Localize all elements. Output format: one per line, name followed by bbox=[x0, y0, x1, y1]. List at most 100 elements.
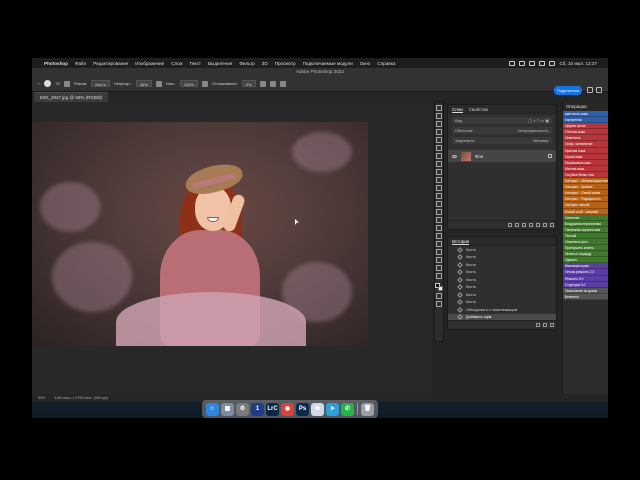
search-icon[interactable] bbox=[587, 87, 593, 93]
menu-item-3d[interactable]: 3D bbox=[262, 61, 268, 66]
menu-item-window[interactable]: Окно bbox=[360, 61, 371, 66]
menu-item-view[interactable]: Просмотр bbox=[275, 61, 296, 66]
type-tool-icon[interactable] bbox=[436, 233, 442, 239]
chrome-icon[interactable]: ◉ bbox=[281, 402, 294, 416]
lock-icon[interactable] bbox=[548, 154, 552, 158]
settings-icon[interactable]: ⚙ bbox=[236, 402, 249, 416]
launchpad-icon[interactable]: ▦ bbox=[221, 402, 234, 416]
stamp-tool-icon[interactable] bbox=[436, 177, 442, 183]
filter-icons[interactable]: ▢ ◐ T ▭ ▣ bbox=[529, 117, 550, 124]
layer-row[interactable]: Фон bbox=[448, 150, 556, 162]
pen-tool-icon[interactable] bbox=[436, 225, 442, 231]
mode-select[interactable]: Кисть bbox=[91, 80, 110, 87]
share-button[interactable]: Поделиться bbox=[554, 86, 582, 95]
more-tools-icon[interactable] bbox=[436, 273, 442, 279]
blur-tool-icon[interactable] bbox=[436, 209, 442, 215]
menu-item-type[interactable]: Текст bbox=[189, 61, 201, 66]
menu-item-image[interactable]: Изображение bbox=[135, 61, 164, 66]
lasso-tool-icon[interactable] bbox=[436, 121, 442, 127]
document-tab[interactable]: IMG_2947.jpg @ 59% (RGB/8) bbox=[34, 92, 109, 102]
action-item[interactable]: Виньетка bbox=[563, 293, 608, 300]
search-icon[interactable] bbox=[549, 60, 556, 66]
telegram-icon[interactable]: ➤ bbox=[326, 402, 339, 416]
brush-preset-icon[interactable] bbox=[44, 80, 52, 87]
fx-icon[interactable] bbox=[515, 223, 519, 227]
zoom-tool-icon[interactable] bbox=[436, 265, 442, 271]
color-swatches[interactable] bbox=[435, 283, 443, 291]
eraser-tool-icon[interactable] bbox=[436, 193, 442, 199]
wifi-icon[interactable] bbox=[539, 60, 546, 66]
trash-icon[interactable] bbox=[550, 323, 554, 327]
history-item[interactable]: Кисть bbox=[448, 269, 556, 277]
menubar-clock[interactable]: Сб, 10 июл. 13:37 bbox=[559, 61, 597, 66]
symmetry-icon[interactable] bbox=[279, 80, 286, 87]
menu-item-select[interactable]: Выделение bbox=[208, 61, 232, 66]
layer-thumbnail[interactable] bbox=[461, 151, 471, 161]
brush-size[interactable]: 70 bbox=[55, 81, 59, 86]
trash-icon[interactable] bbox=[550, 223, 554, 227]
battery-icon[interactable] bbox=[529, 60, 536, 66]
marquee-tool-icon[interactable] bbox=[436, 113, 442, 119]
new-layer-icon[interactable] bbox=[543, 223, 547, 227]
dodge-tool-icon[interactable] bbox=[436, 217, 442, 223]
status-info[interactable]: 3180 пикс. x 2790 пикс. (300 ppi) bbox=[54, 396, 108, 400]
camera-icon[interactable] bbox=[543, 323, 547, 327]
home-icon[interactable]: ⌂ bbox=[38, 81, 40, 86]
menu-item-help[interactable]: Справка bbox=[377, 61, 395, 66]
brush-tool-icon[interactable] bbox=[436, 169, 442, 175]
history-item[interactable]: Кисть bbox=[448, 254, 556, 262]
whatsapp-icon[interactable]: ✆ bbox=[341, 402, 354, 416]
trash-icon[interactable]: 🗑 bbox=[361, 402, 374, 416]
history-item[interactable]: Кисть bbox=[448, 261, 556, 269]
menu-item-edit[interactable]: Редактирование bbox=[93, 61, 128, 66]
quick-mask-icon[interactable] bbox=[436, 293, 442, 299]
adjustment-icon[interactable] bbox=[529, 223, 533, 227]
history-item[interactable]: Кисть bbox=[448, 291, 556, 299]
layer-name[interactable]: Фон bbox=[475, 154, 483, 159]
history-item[interactable]: Кисть bbox=[448, 246, 556, 254]
history-item[interactable]: Кисть bbox=[448, 276, 556, 284]
flow-field[interactable]: 100% bbox=[179, 80, 199, 87]
tab-properties[interactable]: Свойства bbox=[469, 105, 488, 113]
move-tool-icon[interactable] bbox=[436, 105, 442, 111]
history-item[interactable]: Кисть bbox=[448, 284, 556, 292]
history-item[interactable]: Кисть bbox=[448, 299, 556, 307]
shape-tool-icon[interactable] bbox=[436, 249, 442, 255]
photoshop-icon[interactable]: Ps bbox=[296, 402, 309, 416]
screen-mode-icon[interactable] bbox=[436, 301, 442, 307]
eyedropper-tool-icon[interactable] bbox=[436, 153, 442, 159]
gradient-tool-icon[interactable] bbox=[436, 201, 442, 207]
menu-item-filter[interactable]: Фильтр bbox=[239, 61, 254, 66]
history-item[interactable]: Объединить с нижележащим bbox=[448, 306, 556, 314]
layer-filter[interactable]: Вид ▢ ◐ T ▭ ▣ bbox=[452, 117, 552, 124]
workspace-icon[interactable] bbox=[596, 87, 602, 93]
preview-icon[interactable]: ❀ bbox=[311, 402, 324, 416]
background-color[interactable] bbox=[438, 286, 443, 291]
healing-tool-icon[interactable] bbox=[436, 161, 442, 167]
angle-icon[interactable] bbox=[269, 80, 276, 87]
mask-icon[interactable] bbox=[522, 223, 526, 227]
lightroom-classic-icon[interactable]: LrC bbox=[266, 402, 279, 416]
crop-tool-icon[interactable] bbox=[436, 137, 442, 143]
brush-settings-icon[interactable] bbox=[63, 80, 70, 87]
airbrush-icon[interactable] bbox=[202, 80, 209, 87]
finder-icon[interactable]: ☺ bbox=[206, 402, 219, 416]
one-password-icon[interactable]: 1 bbox=[251, 402, 264, 416]
pressure-opacity-icon[interactable] bbox=[155, 80, 162, 87]
hand-tool-icon[interactable] bbox=[436, 257, 442, 263]
status-zoom[interactable]: 59% bbox=[38, 396, 45, 400]
menu-app-name[interactable]: Photoshop bbox=[44, 61, 68, 66]
photo-canvas[interactable] bbox=[32, 122, 368, 346]
blend-mode-row[interactable]: Обычные Непрозрачность: bbox=[452, 127, 552, 134]
cloud-icon[interactable] bbox=[519, 60, 526, 66]
frame-tool-icon[interactable] bbox=[436, 145, 442, 151]
menu-item-plugins[interactable]: Подключаемые модули bbox=[303, 61, 353, 66]
snapshot-doc-icon[interactable] bbox=[536, 323, 540, 327]
actions-panel-title[interactable]: Операции bbox=[563, 102, 608, 111]
camera-icon[interactable] bbox=[509, 60, 516, 66]
tab-layers[interactable]: Слои bbox=[452, 105, 463, 113]
quick-select-tool-icon[interactable] bbox=[436, 129, 442, 135]
path-select-tool-icon[interactable] bbox=[436, 241, 442, 247]
link-icon[interactable] bbox=[508, 223, 512, 227]
eye-icon[interactable] bbox=[452, 154, 457, 158]
